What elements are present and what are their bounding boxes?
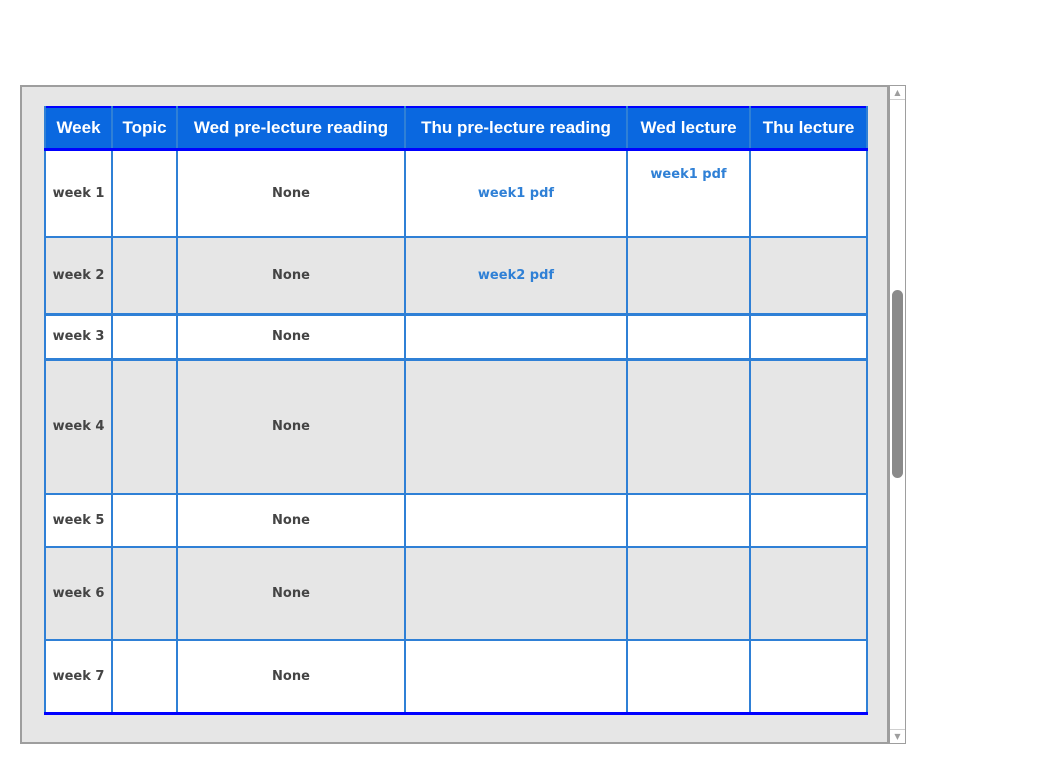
wed-reading-cell: None xyxy=(176,493,406,548)
wed-reading-cell: None xyxy=(176,639,406,714)
wed-lecture-cell: week1 pdf xyxy=(626,148,751,238)
wed-lecture-cell xyxy=(626,358,751,495)
thu-lecture-cell xyxy=(749,358,868,495)
thu-reading-cell xyxy=(404,546,628,641)
topic-cell xyxy=(111,639,178,714)
thu-reading-cell: week1 pdf xyxy=(404,148,628,238)
topic-cell xyxy=(111,312,178,361)
wed-lecture-cell xyxy=(626,236,751,315)
table-row: week 5 None xyxy=(44,493,868,548)
topic-cell xyxy=(111,358,178,495)
wed-lecture-cell xyxy=(626,312,751,361)
week-cell: week 3 xyxy=(44,312,113,361)
column-header-topic: Topic xyxy=(111,107,178,151)
week-cell: week 4 xyxy=(44,358,113,495)
topic-cell xyxy=(111,546,178,641)
topic-cell xyxy=(111,493,178,548)
table-body: week 1 None week1 pdf week1 pdf week 2 N… xyxy=(44,148,868,714)
thu-lecture-cell xyxy=(749,312,868,361)
wed-lecture-cell xyxy=(626,546,751,641)
wed-reading-cell: None xyxy=(176,312,406,361)
week-cell: week 7 xyxy=(44,639,113,714)
wed-reading-cell: None xyxy=(176,358,406,495)
wed-reading-cell: None xyxy=(176,546,406,641)
thu-lecture-cell xyxy=(749,236,868,315)
thu-lecture-cell xyxy=(749,493,868,548)
wed-lecture-cell xyxy=(626,493,751,548)
thu-reading-cell xyxy=(404,639,628,714)
column-header-wed-pre-lecture-reading: Wed pre-lecture reading xyxy=(176,107,406,151)
wed-reading-cell: None xyxy=(176,148,406,238)
table-row: week 3 None xyxy=(44,312,868,361)
week1-thu-reading-pdf-link[interactable]: week1 pdf xyxy=(478,186,554,201)
table-row: week 4 None xyxy=(44,358,868,495)
topic-cell xyxy=(111,148,178,238)
table-row: week 1 None week1 pdf week1 pdf xyxy=(44,148,868,238)
scroll-thumb[interactable] xyxy=(892,290,903,478)
wed-reading-cell: None xyxy=(176,236,406,315)
scroll-down-arrow-icon[interactable]: ▼ xyxy=(890,729,905,743)
column-header-week: Week xyxy=(44,107,113,151)
thu-reading-cell: week2 pdf xyxy=(404,236,628,315)
table-row: week 7 None xyxy=(44,639,868,714)
table-row: week 6 None xyxy=(44,546,868,641)
week2-thu-reading-pdf-link[interactable]: week2 pdf xyxy=(478,268,554,283)
vertical-scrollbar[interactable]: ▲ ▼ xyxy=(889,85,906,744)
thu-lecture-cell xyxy=(749,148,868,238)
thu-lecture-cell xyxy=(749,546,868,641)
column-header-wed-lecture: Wed lecture xyxy=(626,107,751,151)
scroll-up-arrow-icon[interactable]: ▲ xyxy=(890,86,905,100)
table-row: week 2 None week2 pdf xyxy=(44,236,868,315)
week1-wed-lecture-pdf-link[interactable]: week1 pdf xyxy=(650,167,726,182)
week-cell: week 2 xyxy=(44,236,113,315)
table-header: Week Topic Wed pre-lecture reading Thu p… xyxy=(44,107,868,151)
thu-reading-cell xyxy=(404,493,628,548)
thu-lecture-cell xyxy=(749,639,868,714)
topic-cell xyxy=(111,236,178,315)
column-header-thu-lecture: Thu lecture xyxy=(749,107,868,151)
week-cell: week 6 xyxy=(44,546,113,641)
week-cell: week 1 xyxy=(44,148,113,238)
thu-reading-cell xyxy=(404,358,628,495)
thu-reading-cell xyxy=(404,312,628,361)
header-row: Week Topic Wed pre-lecture reading Thu p… xyxy=(44,107,868,151)
schedule-table: Week Topic Wed pre-lecture reading Thu p… xyxy=(44,106,868,715)
wed-lecture-cell xyxy=(626,639,751,714)
column-header-thu-pre-lecture-reading: Thu pre-lecture reading xyxy=(404,107,628,151)
week-cell: week 5 xyxy=(44,493,113,548)
